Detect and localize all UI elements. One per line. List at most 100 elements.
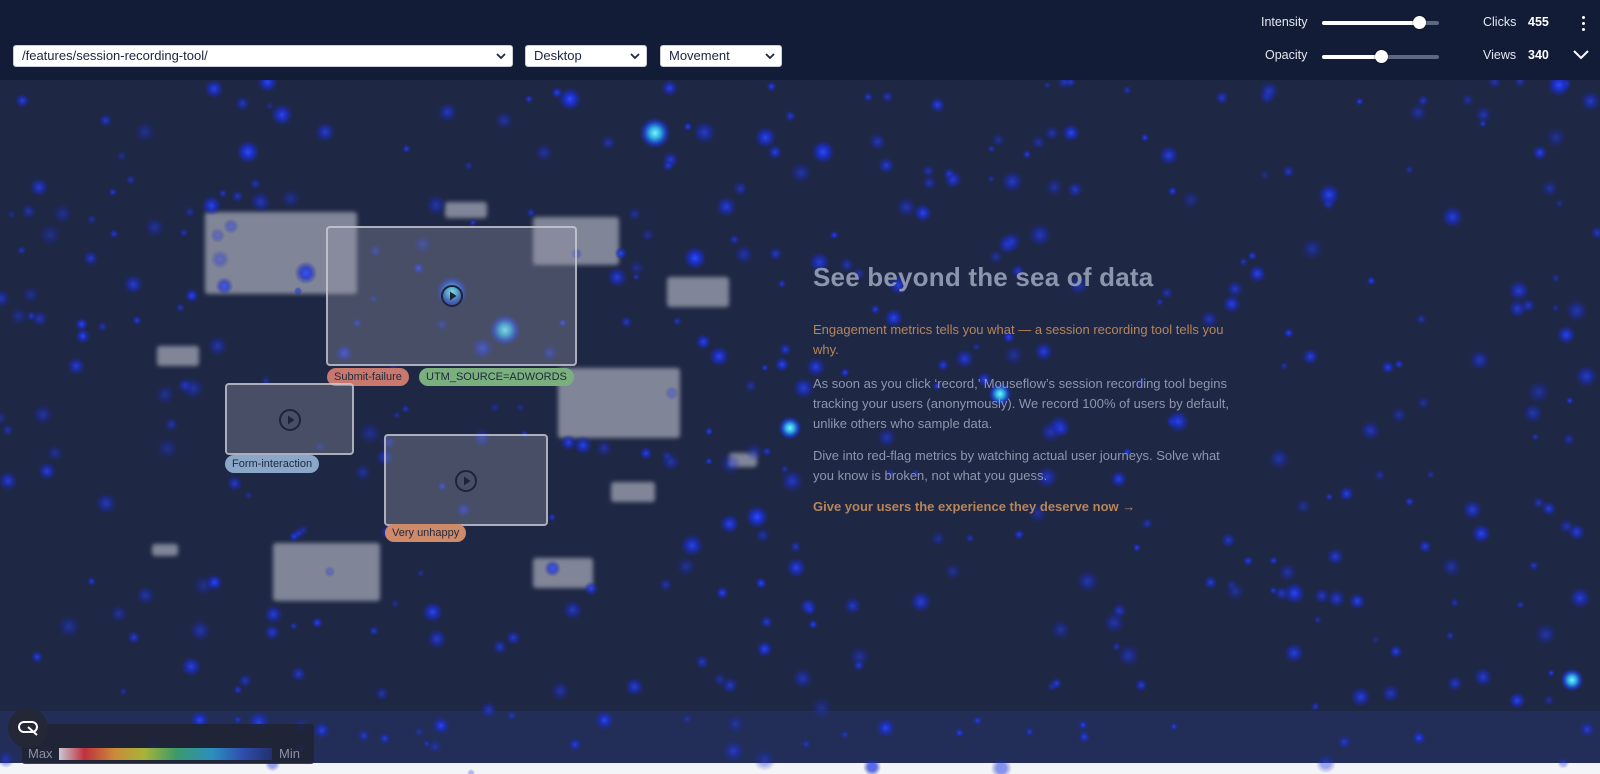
play-circle-icon[interactable] bbox=[440, 284, 464, 308]
tag-form-interaction[interactable]: Form-interaction bbox=[225, 455, 320, 473]
heat-spot bbox=[987, 174, 996, 184]
intensity-label: Intensity bbox=[1261, 15, 1308, 29]
intensity-slider[interactable] bbox=[1322, 16, 1439, 29]
heat-spot bbox=[66, 356, 86, 376]
heat-spot bbox=[1558, 518, 1575, 535]
intensity-slider-handle[interactable] bbox=[1413, 16, 1427, 29]
heat-spot bbox=[1543, 694, 1555, 706]
heat-spot bbox=[492, 639, 508, 655]
heat-spot bbox=[1522, 402, 1544, 424]
heat-spot bbox=[524, 94, 534, 104]
heat-spot bbox=[909, 590, 933, 614]
heat-spot bbox=[1155, 297, 1165, 307]
page-url-select[interactable]: /features/session-recording-tool/ bbox=[13, 45, 513, 67]
heat-spot bbox=[661, 450, 673, 462]
legend-min-label: Min bbox=[279, 746, 300, 761]
tag-utm-source[interactable]: UTM_SOURCE=ADWORDS bbox=[419, 368, 574, 386]
session-recording-card[interactable] bbox=[326, 226, 577, 366]
heat-spot bbox=[1373, 468, 1386, 482]
heat-spot bbox=[179, 228, 189, 238]
play-circle-icon[interactable] bbox=[454, 469, 478, 493]
heat-spot bbox=[505, 629, 522, 646]
heat-spot bbox=[627, 206, 642, 222]
heat-spot bbox=[1259, 80, 1280, 102]
heat-spot bbox=[1348, 592, 1366, 610]
heat-spot bbox=[82, 250, 99, 267]
heatmap-mode-select[interactable]: Movement bbox=[660, 45, 782, 67]
opacity-slider[interactable] bbox=[1322, 50, 1439, 63]
heat-spot bbox=[990, 757, 1012, 774]
legend-gradient-bar bbox=[59, 748, 272, 760]
heat-spot-hot bbox=[778, 416, 802, 440]
heat-spot bbox=[401, 404, 411, 414]
heat-spot bbox=[1541, 500, 1557, 517]
heat-spot bbox=[1076, 570, 1099, 593]
heatmap-legend-icon[interactable] bbox=[8, 708, 48, 748]
heat-spot bbox=[661, 80, 679, 97]
heat-spot bbox=[16, 245, 27, 256]
device-select[interactable]: Desktop bbox=[525, 45, 647, 67]
heat-spot bbox=[694, 654, 710, 670]
heat-spot bbox=[123, 274, 144, 295]
heat-spot bbox=[1030, 134, 1047, 150]
chevron-down-icon bbox=[765, 53, 775, 60]
heat-spot bbox=[1268, 447, 1291, 470]
heat-spot bbox=[785, 557, 807, 578]
heat-spot bbox=[1043, 81, 1052, 90]
heat-spot bbox=[118, 686, 129, 697]
heat-spot bbox=[777, 279, 787, 289]
kebab-menu-icon[interactable] bbox=[1576, 14, 1590, 34]
heat-spot bbox=[1028, 223, 1052, 247]
chevron-down-icon bbox=[496, 53, 506, 60]
heat-spot bbox=[1565, 299, 1588, 323]
heat-spot bbox=[921, 163, 936, 178]
session-recording-card[interactable] bbox=[384, 434, 548, 526]
cta-link[interactable]: Give your users the experience they dese… bbox=[813, 499, 1135, 514]
heat-spot bbox=[606, 266, 628, 288]
heat-spot bbox=[210, 249, 230, 269]
clicks-label: Clicks bbox=[1483, 15, 1517, 29]
heat-spot bbox=[1000, 170, 1024, 193]
heat-spot bbox=[681, 713, 693, 725]
heat-spot bbox=[715, 196, 738, 218]
heat-spot bbox=[1556, 325, 1577, 345]
heat-spot bbox=[1310, 701, 1321, 712]
heat-spot bbox=[1370, 635, 1381, 645]
heat-spot bbox=[829, 230, 840, 240]
heat-spot bbox=[1411, 730, 1427, 746]
heat-spot bbox=[614, 246, 628, 260]
heat-spot bbox=[201, 195, 222, 216]
heat-spot bbox=[1449, 597, 1460, 608]
heat-spot bbox=[506, 710, 518, 722]
heat-spot bbox=[547, 512, 557, 523]
heat-spot bbox=[1554, 198, 1565, 209]
heat-spot bbox=[1562, 432, 1576, 447]
opacity-slider-handle[interactable] bbox=[1374, 50, 1388, 63]
heat-spot bbox=[766, 81, 777, 92]
heat-spot bbox=[789, 540, 802, 553]
clicks-count: 455 bbox=[1528, 15, 1549, 29]
heat-spot bbox=[248, 177, 262, 191]
heat-spot bbox=[1366, 276, 1377, 286]
heat-spot bbox=[57, 614, 81, 639]
heat-spot bbox=[234, 95, 251, 112]
tag-very-unhappy[interactable]: Very unhappy bbox=[385, 524, 467, 542]
heat-spot bbox=[21, 286, 40, 304]
heat-spot bbox=[803, 603, 817, 616]
heat-spot bbox=[1551, 303, 1560, 313]
heat-spot bbox=[534, 143, 554, 163]
heat-spot-hot bbox=[558, 87, 582, 111]
heat-spot bbox=[1541, 179, 1559, 198]
heat-spot bbox=[784, 109, 797, 123]
collapse-toolbar-chevron-icon[interactable] bbox=[1571, 47, 1591, 63]
heat-spot bbox=[544, 559, 561, 577]
heat-spot bbox=[1487, 80, 1502, 90]
heat-spot bbox=[416, 568, 426, 578]
heat-spot bbox=[134, 121, 156, 143]
play-circle-icon[interactable] bbox=[278, 408, 302, 432]
heat-spot bbox=[965, 533, 975, 544]
heat-spot bbox=[664, 386, 679, 401]
session-recording-card[interactable] bbox=[225, 383, 354, 455]
page-url-value: /features/session-recording-tool/ bbox=[22, 48, 208, 63]
heat-spot bbox=[754, 527, 771, 544]
